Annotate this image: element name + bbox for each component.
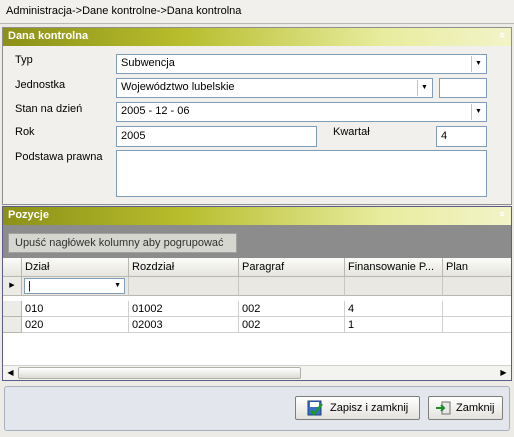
jednostka-label: Jednostka xyxy=(15,79,66,91)
table-cell[interactable]: 010 xyxy=(22,301,129,317)
dana-kontrolna-title: Dana kontrolna xyxy=(8,30,89,42)
stan-value: 2005 - 12 - 06 xyxy=(121,105,190,117)
column-header-rozdzial[interactable]: Rozdział xyxy=(129,258,239,277)
rok-label: Rok xyxy=(15,126,35,138)
filter-dzial[interactable]: | ▼ xyxy=(22,277,129,296)
table-cell[interactable] xyxy=(443,317,511,333)
table-cell[interactable] xyxy=(443,301,511,317)
scroll-left-icon[interactable]: ◀ xyxy=(3,366,18,380)
current-row-indicator: ▶ xyxy=(3,277,22,296)
header-corner xyxy=(3,258,22,277)
pozycje-panel: Pozycje « Upuść nagłówek kolumny aby pog… xyxy=(2,206,512,381)
positions-grid[interactable]: Dział Rozdział Paragraf Finansowanie P..… xyxy=(3,258,511,365)
filter-dzial-input[interactable]: | ▼ xyxy=(24,278,125,294)
table-cell[interactable]: 020 xyxy=(22,317,129,333)
chevron-down-icon[interactable]: ▼ xyxy=(114,279,121,293)
column-header-finansowanie[interactable]: Finansowanie P... xyxy=(345,258,443,277)
podstawa-label: Podstawa prawna xyxy=(15,151,103,163)
column-header-dzial[interactable]: Dział xyxy=(22,258,129,277)
close-label: Zamknij xyxy=(456,402,495,414)
row-selector[interactable] xyxy=(3,317,22,333)
collapse-icon[interactable]: « xyxy=(496,32,508,38)
save-close-icon xyxy=(307,400,323,416)
dana-kontrolna-header: Dana kontrolna « xyxy=(3,28,511,46)
jednostka-select[interactable]: Województwo lubelskie ▼ xyxy=(116,78,433,98)
scroll-right-icon[interactable]: ▶ xyxy=(496,366,511,380)
footer-bar: Zapisz i zamknij Zamknij xyxy=(4,386,510,431)
rok-field[interactable]: 2005 xyxy=(116,126,317,147)
stan-label: Stan na dzień xyxy=(15,103,83,115)
filter-plan[interactable] xyxy=(443,277,511,296)
typ-value: Subwencja xyxy=(121,57,175,69)
pozycje-title: Pozycje xyxy=(8,209,49,221)
collapse-icon[interactable]: « xyxy=(496,211,508,217)
podstawa-textarea[interactable] xyxy=(116,150,487,197)
table-cell[interactable]: 4 xyxy=(345,301,443,317)
exit-icon xyxy=(436,401,451,415)
pozycje-body: Upuść nagłówek kolumny aby pogrupować Dz… xyxy=(3,225,511,380)
chevron-down-icon[interactable]: ▼ xyxy=(417,80,431,96)
horizontal-scrollbar[interactable]: ◀ ▶ xyxy=(3,365,511,380)
group-by-hint: Upuść nagłówek kolumny aby pogrupować xyxy=(8,233,237,253)
typ-label: Typ xyxy=(15,54,33,66)
row-selector[interactable] xyxy=(3,301,22,317)
typ-select[interactable]: Subwencja ▼ xyxy=(116,54,487,74)
chevron-down-icon[interactable]: ▼ xyxy=(471,56,485,72)
save-close-button[interactable]: Zapisz i zamknij xyxy=(295,396,420,420)
chevron-down-icon[interactable]: ▼ xyxy=(471,104,485,120)
dana-kontrolna-body: Typ Subwencja ▼ Jednostka Województwo lu… xyxy=(3,46,511,204)
close-button[interactable]: Zamknij xyxy=(428,396,503,420)
filter-paragraf[interactable] xyxy=(239,277,345,296)
pozycje-header: Pozycje « xyxy=(3,207,511,225)
breadcrumb: Administracja->Dane kontrolne->Dana kont… xyxy=(0,0,514,24)
table-cell[interactable]: 002 xyxy=(239,317,345,333)
dana-kontrolna-panel: Dana kontrolna « Typ Subwencja ▼ Jednost… xyxy=(2,27,512,205)
group-by-area[interactable]: Upuść nagłówek kolumny aby pogrupować xyxy=(3,225,511,258)
table-cell[interactable]: 1 xyxy=(345,317,443,333)
column-header-plan[interactable]: Plan xyxy=(443,258,511,277)
kwartal-label: Kwartał xyxy=(333,126,370,138)
table-cell[interactable]: 01002 xyxy=(129,301,239,317)
save-close-label: Zapisz i zamknij xyxy=(330,402,409,414)
kwartal-field[interactable]: 4 xyxy=(436,126,487,147)
jednostka-value: Województwo lubelskie xyxy=(121,81,235,93)
filter-finansowanie[interactable] xyxy=(345,277,443,296)
column-header-paragraf[interactable]: Paragraf xyxy=(239,258,345,277)
scrollbar-thumb[interactable] xyxy=(18,367,301,379)
jednostka-extra-field[interactable] xyxy=(439,78,487,98)
filter-rozdzial[interactable] xyxy=(129,277,239,296)
table-cell[interactable]: 002 xyxy=(239,301,345,317)
table-cell[interactable]: 02003 xyxy=(129,317,239,333)
stan-date-picker[interactable]: 2005 - 12 - 06 ▼ xyxy=(116,102,487,122)
